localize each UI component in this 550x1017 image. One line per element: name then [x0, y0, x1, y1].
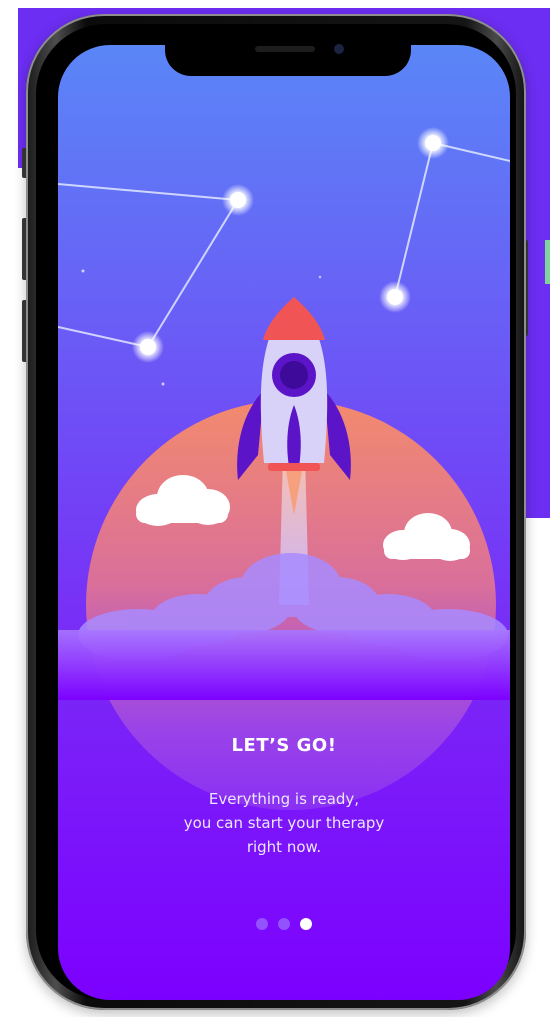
- page-indicator: [58, 918, 510, 930]
- phone-notch: [165, 36, 411, 76]
- page-dot-3[interactable]: [300, 918, 312, 930]
- device-mockup-stage: LET’S GO! Everything is ready, you can s…: [0, 0, 550, 1017]
- front-camera-icon: [334, 44, 344, 54]
- earpiece-speaker: [255, 46, 315, 52]
- page-dot-2[interactable]: [278, 918, 290, 930]
- backdrop-accent: [545, 240, 550, 284]
- description-line: you can start your therapy: [183, 814, 385, 832]
- description-line: Everything is ready,: [208, 790, 360, 808]
- page-dot-1[interactable]: [256, 918, 268, 930]
- description-line: right now.: [246, 838, 322, 856]
- onboarding-title: LET’S GO!: [231, 735, 337, 756]
- onboarding-screen: LET’S GO! Everything is ready, you can s…: [58, 45, 510, 1000]
- onboarding-description: Everything is ready, you can start your …: [58, 787, 510, 859]
